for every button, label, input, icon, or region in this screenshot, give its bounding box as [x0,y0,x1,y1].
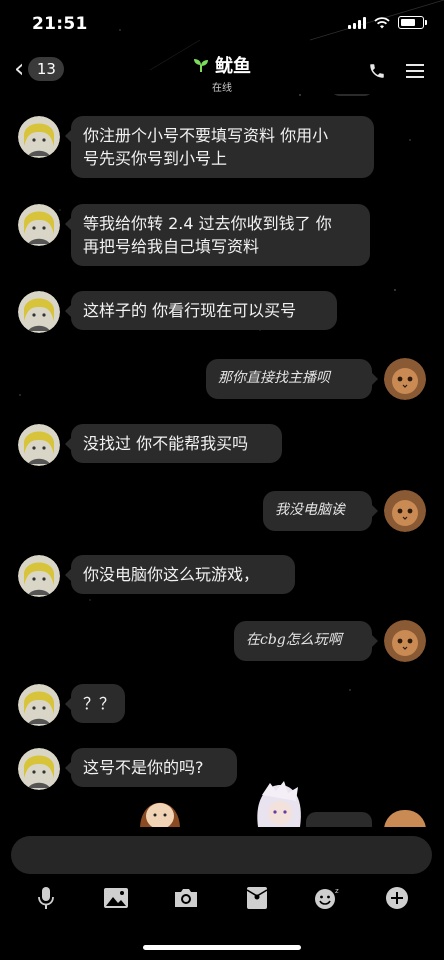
home-indicator[interactable] [143,945,301,950]
message-text: 等我给你转 2.4 过去你收到钱了 你 [83,214,332,233]
message-bubble-incoming[interactable]: 你没电脑你这么玩游戏， [65,555,295,594]
status-bar: 21:51 [0,0,444,50]
contact-name[interactable]: 鱿鱼 [215,52,251,78]
message-text: ？？ [83,694,116,713]
message-text: 我没电脑诶 [275,502,345,518]
user-avatar [384,810,426,827]
message-input[interactable] [11,836,432,874]
message-text: 你没电脑你这么玩游戏， [83,565,260,584]
message-text: 号先买你号到小号上 [83,149,228,168]
status-time: 21:51 [32,14,88,34]
red-packet-icon[interactable] [243,884,271,912]
contact-avatar[interactable] [18,291,60,333]
message-bubble-outgoing[interactable]: 我没电脑诶 [263,491,378,531]
chat-header: ‹ 13 鱿鱼 在线 [0,50,444,94]
svg-text:z: z [335,887,339,895]
image-icon[interactable] [102,884,130,912]
plus-icon[interactable] [383,884,411,912]
message-bubble-incoming[interactable]: 你注册个小号不要填写资料 你用小 号先买你号到小号上 [65,116,374,178]
partial-message-bubble [330,94,374,96]
message-text: 这号不是你的吗? [83,758,204,777]
battery-icon [398,16,427,29]
user-avatar[interactable] [384,490,426,532]
message-text: 那你直接找主播呗 [218,370,330,386]
message-text: 这样子的 你看行现在可以买号 [83,301,297,320]
online-status: 在线 [212,83,232,94]
contact-avatar[interactable] [18,555,60,597]
message-list[interactable]: 你注册个小号不要填写资料 你用小 号先买你号到小号上 等我给你转 2.4 过去你… [0,94,444,827]
contact-avatar[interactable] [18,684,60,726]
menu-icon[interactable] [406,63,424,79]
microphone-icon[interactable] [32,884,60,912]
message-bubble-incoming[interactable]: ？？ [65,684,125,723]
sticker-image [140,802,180,827]
input-toolbar: z [0,884,444,914]
phone-icon[interactable] [368,62,386,80]
message-bubble-incoming[interactable]: 没找过 你不能帮我买吗 [65,424,282,463]
message-bubble-outgoing[interactable]: 在cbg怎么玩啊 [234,621,378,661]
message-bubble-incoming[interactable]: 等我给你转 2.4 过去你收到钱了 你 再把号给我自己填写资料 [65,204,370,266]
sprout-icon [194,59,208,72]
contact-avatar[interactable] [18,424,60,466]
emoji-icon[interactable]: z [313,884,341,912]
message-bubble-incoming[interactable]: 这号不是你的吗? [65,748,237,787]
message-text: 再把号给我自己填写资料 [83,237,260,256]
header-actions [368,62,424,80]
battery-level [401,19,415,26]
message-text: 在cbg怎么玩啊 [246,632,342,648]
message-bubble-incoming[interactable]: 这样子的 你看行现在可以买号 [65,291,337,330]
message-text: 你注册个小号不要填写资料 你用小 [83,126,329,145]
sticker-image [257,781,301,827]
contact-avatar[interactable] [18,116,60,158]
signal-icon [348,16,366,29]
message-text: 没找过 你不能帮我买吗 [83,434,249,453]
contact-avatar[interactable] [18,748,60,790]
wifi-icon [374,16,390,28]
contact-avatar[interactable] [18,204,60,246]
camera-icon[interactable] [172,884,200,912]
user-avatar[interactable] [384,358,426,400]
status-icons [348,16,427,29]
partial-message-bubble [306,812,372,827]
user-avatar[interactable] [384,620,426,662]
message-bubble-outgoing[interactable]: 那你直接找主播呗 [206,359,378,399]
